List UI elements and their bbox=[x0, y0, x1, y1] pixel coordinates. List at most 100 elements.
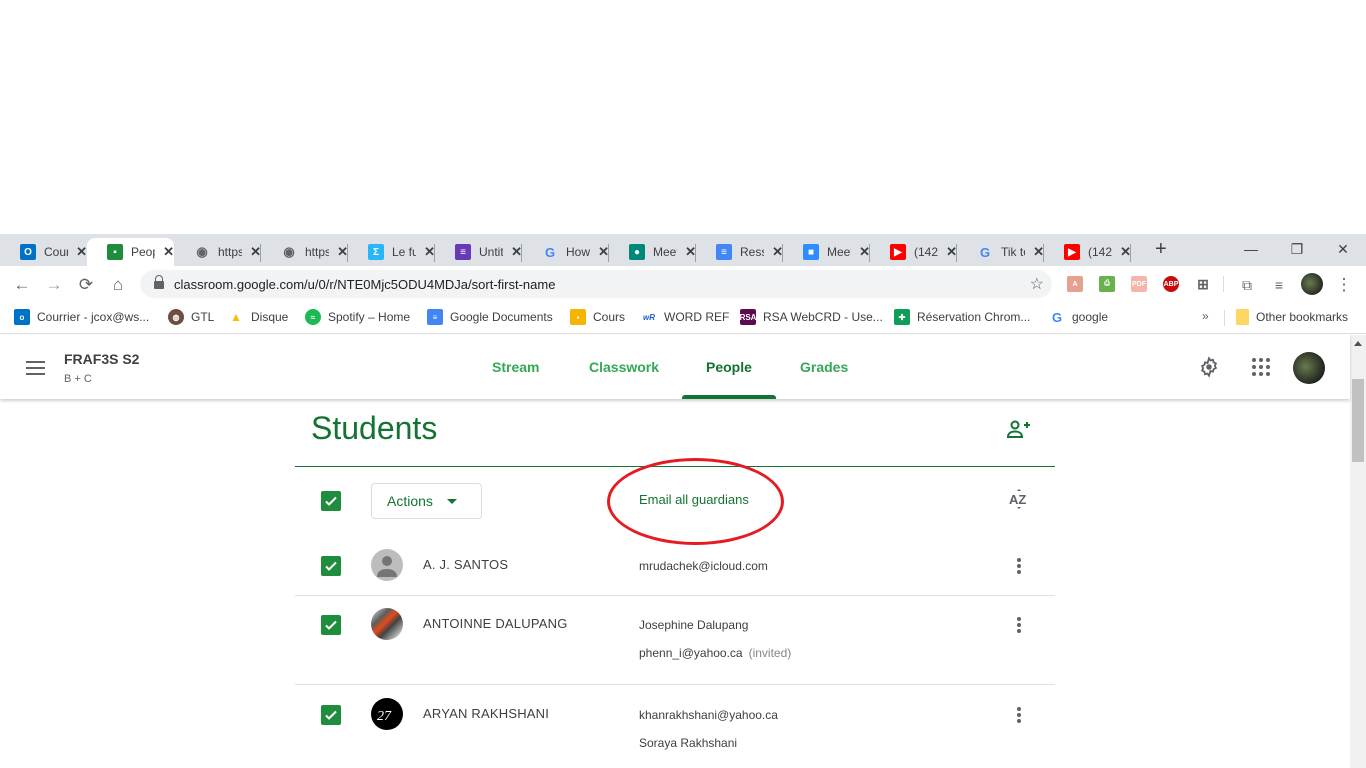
back-icon[interactable]: ← bbox=[11, 274, 33, 296]
tab-title: Ressources bbox=[740, 245, 764, 259]
docs-icon: ≡ bbox=[427, 309, 443, 325]
close-tab-icon[interactable]: ✕ bbox=[163, 244, 174, 260]
globe-icon: ◉ bbox=[196, 244, 208, 259]
rsa-icon: RSA bbox=[740, 309, 756, 325]
student-name[interactable]: A. J. SANTOS bbox=[423, 557, 508, 572]
more-options-icon[interactable] bbox=[1013, 615, 1025, 635]
guardian-text: Soraya Rakhshani bbox=[639, 736, 738, 750]
spotify-icon: ≈ bbox=[305, 309, 321, 325]
print-friendly-icon[interactable]: ⎙ bbox=[1099, 276, 1115, 292]
browser-tab[interactable]: ≡Ressources✕ bbox=[696, 238, 783, 266]
google-apps-icon[interactable] bbox=[1249, 355, 1273, 379]
cast-icon[interactable]: ⧉ bbox=[1236, 274, 1258, 296]
tab-title: Le futur bbox=[392, 245, 417, 259]
bookmark-item[interactable]: RSA RSA WebCRD - Use... bbox=[740, 309, 883, 325]
restore-button[interactable]: ❐ bbox=[1274, 234, 1320, 264]
google-icon: G bbox=[544, 244, 556, 260]
adblock-plus-icon[interactable]: ABP bbox=[1163, 276, 1179, 292]
tab-people[interactable]: People bbox=[706, 359, 752, 375]
bookmark-star-icon[interactable]: ☆ bbox=[1030, 274, 1044, 294]
bookmark-item[interactable]: ▲ Disque bbox=[228, 309, 288, 325]
browser-tab[interactable]: GTik tok✕ bbox=[957, 238, 1044, 266]
check-icon bbox=[325, 496, 337, 506]
default-avatar bbox=[371, 549, 403, 581]
home-icon[interactable]: ⌂ bbox=[107, 274, 129, 296]
reload-icon[interactable]: ⟳ bbox=[75, 274, 97, 296]
bookmark-item[interactable]: ≡ Google Documents bbox=[427, 309, 553, 325]
browser-tab[interactable]: ▶(142)✕ bbox=[870, 238, 957, 266]
scroll-up-arrow-icon[interactable] bbox=[1354, 341, 1362, 346]
page-scrollbar[interactable] bbox=[1350, 335, 1366, 768]
forms-icon: ≡ bbox=[455, 244, 471, 260]
new-tab-button[interactable]: + bbox=[1155, 238, 1167, 261]
browser-tab[interactable]: ■ Meet ✕ bbox=[783, 238, 870, 266]
check-icon bbox=[325, 620, 337, 630]
bookmark-item[interactable]: Ggoogle bbox=[1049, 309, 1108, 325]
bookmarks-overflow-button[interactable]: » bbox=[1202, 309, 1209, 323]
profile-avatar[interactable] bbox=[1301, 273, 1323, 295]
bookmark-item[interactable]: ▪ Cours bbox=[570, 309, 625, 325]
check-icon bbox=[325, 561, 337, 571]
tab-classwork[interactable]: Classwork bbox=[589, 359, 659, 375]
sort-az-icon[interactable]: AZ bbox=[1007, 486, 1031, 512]
address-bar[interactable]: classroom.google.com/u/0/r/NTE0Mjc5ODU4M… bbox=[140, 270, 1052, 298]
more-options-icon[interactable] bbox=[1013, 556, 1025, 576]
youtube-icon: ▶ bbox=[890, 244, 906, 260]
close-tab-icon[interactable]: ✕ bbox=[76, 244, 87, 260]
browser-tab[interactable]: ● Meet ✕ bbox=[609, 238, 696, 266]
tab-grades[interactable]: Grades bbox=[800, 359, 848, 375]
docs-icon: ≡ bbox=[716, 244, 732, 260]
settings-gear-icon[interactable] bbox=[1197, 355, 1221, 379]
bookmarks-bar: » Other bookmarks o Courrier - jcox@ws...… bbox=[0, 302, 1366, 334]
browser-tab[interactable]: O Courrier ✕ bbox=[0, 238, 87, 266]
bookmark-item[interactable]: ≈ Spotify – Home bbox=[305, 309, 410, 325]
other-bookmarks[interactable]: Other bookmarks bbox=[1236, 309, 1348, 325]
student-checkbox[interactable] bbox=[321, 705, 341, 725]
browser-tab[interactable]: ◉ https ✕ bbox=[261, 238, 348, 266]
pdf-extension-icon[interactable]: A bbox=[1067, 276, 1083, 292]
class-title[interactable]: FRAF3S S2 bbox=[64, 351, 139, 367]
youtube-icon: ▶ bbox=[1064, 244, 1080, 260]
close-window-button[interactable]: ✕ bbox=[1320, 234, 1366, 264]
browser-tab[interactable]: G How ✕ bbox=[522, 238, 609, 266]
browser-tab[interactable]: ◉ https ✕ bbox=[174, 238, 261, 266]
url-text[interactable]: classroom.google.com/u/0/r/NTE0Mjc5ODU4M… bbox=[174, 277, 555, 292]
student-checkbox[interactable] bbox=[321, 615, 341, 635]
bookmark-item[interactable]: o Courrier - jcox@ws... bbox=[14, 309, 149, 325]
forward-icon[interactable]: → bbox=[43, 274, 65, 296]
tab-title: How bbox=[566, 245, 591, 259]
student-name[interactable]: ARYAN RAKHSHANI bbox=[423, 706, 549, 721]
guardian-text: mrudachek@icloud.com bbox=[639, 559, 768, 573]
extensions-grid-icon[interactable]: ⊞ bbox=[1195, 276, 1211, 292]
account-avatar[interactable] bbox=[1293, 352, 1325, 384]
scroll-thumb[interactable] bbox=[1352, 379, 1364, 462]
main-menu-icon[interactable] bbox=[26, 361, 45, 375]
tab-title: Courrier bbox=[44, 245, 69, 259]
tab-stream[interactable]: Stream bbox=[492, 359, 539, 375]
select-all-checkbox[interactable] bbox=[321, 491, 341, 511]
chrome-menu-icon[interactable]: ⋮ bbox=[1333, 274, 1355, 296]
guardian-entry: mrudachek@icloud.com bbox=[639, 559, 768, 573]
student-name[interactable]: ANTOINNE DALUPANG bbox=[423, 616, 568, 631]
email-all-guardians-link[interactable]: Email all guardians bbox=[639, 492, 749, 507]
actions-dropdown[interactable]: Actions bbox=[371, 483, 482, 519]
browser-tab[interactable]: ▪ People ✕ bbox=[87, 238, 174, 266]
media-control-icon[interactable]: ≡ bbox=[1268, 274, 1290, 296]
folder-icon bbox=[1236, 309, 1249, 325]
bookmark-item[interactable]: ◍ GTL bbox=[168, 309, 214, 325]
pdf-converter-icon[interactable]: PDF bbox=[1131, 276, 1147, 292]
browser-tab[interactable]: ΣLe futur✕ bbox=[348, 238, 435, 266]
svg-text:27: 27 bbox=[377, 709, 392, 724]
student-row: 27 ARYAN RAKHSHANI khanrakhshani@yahoo.ca S… bbox=[295, 697, 1055, 757]
minimize-button[interactable]: — bbox=[1228, 234, 1274, 264]
browser-tab[interactable]: ▶(142)✕ bbox=[1044, 238, 1131, 266]
bookmark-label: Courrier - jcox@ws... bbox=[37, 310, 150, 324]
more-options-icon[interactable] bbox=[1013, 705, 1025, 725]
bookmark-label: google bbox=[1072, 310, 1109, 324]
drive-icon: ▲ bbox=[230, 310, 242, 324]
invite-students-icon[interactable] bbox=[1006, 418, 1032, 442]
browser-tab[interactable]: ≡Untitled✕ bbox=[435, 238, 522, 266]
bookmark-item[interactable]: wR WORD REF bbox=[641, 309, 729, 325]
student-checkbox[interactable] bbox=[321, 556, 341, 576]
bookmark-item[interactable]: ✚ Réservation Chrom... bbox=[894, 309, 1030, 325]
